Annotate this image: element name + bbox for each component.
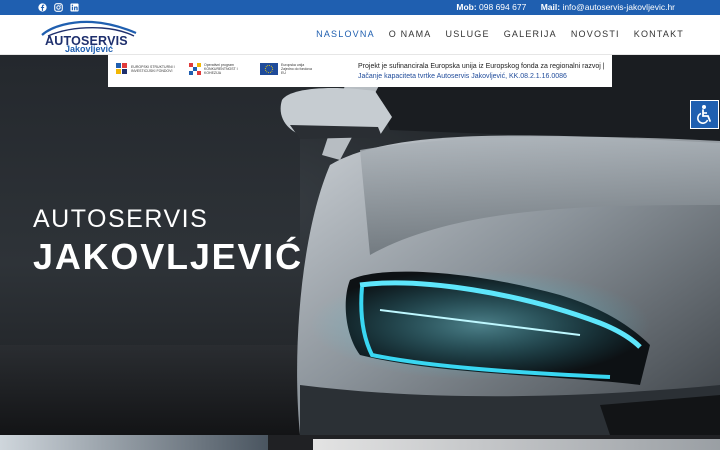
hero-title: AUTOSERVIS JAKOVLJEVIĆ	[33, 205, 303, 278]
eu-funding-line1: Projekt je sufinancirala Europska unija …	[358, 63, 605, 70]
programme-text: Operativni program KONKURENTNOST I KOHEZ…	[204, 63, 238, 75]
nav-item-novosti[interactable]: NOVOSTI	[571, 29, 620, 39]
eu-funding-text: Projekt je sufinancirala Europska unija …	[358, 62, 605, 82]
eu-logos: EUROPSKI STRUKTURNI I INVESTICIJSKI FOND…	[116, 63, 317, 75]
social-links	[38, 3, 79, 12]
eu-structural-funds-text: EUROPSKI STRUKTURNI I INVESTICIJSKI FOND…	[131, 65, 175, 73]
nav-item-naslovna[interactable]: NASLOVNA	[316, 29, 375, 39]
facebook-icon[interactable]	[38, 3, 47, 12]
eu-funding-banner[interactable]: EUROPSKI STRUKTURNI I INVESTICIJSKI FOND…	[108, 55, 612, 87]
nav-item-galerija[interactable]: GALERIJA	[504, 29, 557, 39]
nav-item-usluge[interactable]: USLUGE	[446, 29, 490, 39]
eu-flag-logo: Europska unija Zajedno do fondova EU	[260, 63, 317, 75]
hero-section: AUTOSERVIS JAKOVLJEVIĆ	[0, 55, 720, 435]
nav-item-o-nama[interactable]: O NAMA	[389, 29, 432, 39]
phone-contact[interactable]: Mob: 098 694 677	[456, 2, 526, 12]
logo-sub-text: Jakovljević	[65, 44, 114, 54]
hero-title-line1: AUTOSERVIS	[33, 205, 209, 233]
instagram-icon[interactable]	[54, 3, 63, 12]
eu-flag-icon	[260, 63, 278, 75]
phone-number: 098 694 677	[479, 2, 527, 12]
top-bar: Mob: 098 694 677 Mail: info@autoservis-j…	[0, 0, 720, 15]
accessibility-button[interactable]	[690, 100, 719, 129]
wheelchair-icon	[697, 105, 711, 124]
linkedin-icon[interactable]	[70, 3, 79, 12]
eu-flag-text: Europska unija Zajedno do fondova EU	[281, 63, 312, 75]
main-navigation: NASLOVNA O NAMA USLUGE GALERIJA NOVOSTI …	[302, 29, 684, 39]
contact-info: Mob: 098 694 677 Mail: info@autoservis-j…	[444, 2, 675, 12]
hero-title-line2: JAKOVLJEVIĆ	[33, 236, 303, 277]
phone-label: Mob:	[456, 2, 477, 12]
gallery-image-right	[313, 439, 720, 450]
site-header: AUTOSERVIS Jakovljević NASLOVNA O NAMA U…	[0, 15, 720, 55]
eu-structural-funds-icon	[116, 63, 127, 74]
programme-icon	[189, 63, 201, 75]
mail-label: Mail:	[540, 2, 561, 12]
next-section-preview	[0, 435, 720, 450]
eu-structural-funds-logo: EUROPSKI STRUKTURNI I INVESTICIJSKI FOND…	[116, 63, 175, 75]
mail-address: info@autoservis-jakovljevic.hr	[562, 2, 675, 12]
nav-item-kontakt[interactable]: KONTAKT	[634, 29, 684, 39]
eu-funding-line2[interactable]: Jačanje kapaciteta tvrtke Autoservis Jak…	[358, 72, 605, 82]
competitiveness-programme-logo: Operativni program KONKURENTNOST I KOHEZ…	[189, 63, 246, 75]
mail-contact[interactable]: Mail: info@autoservis-jakovljevic.hr	[541, 2, 675, 12]
gallery-image-left	[0, 435, 268, 450]
site-logo[interactable]: AUTOSERVIS Jakovljević	[38, 18, 142, 54]
